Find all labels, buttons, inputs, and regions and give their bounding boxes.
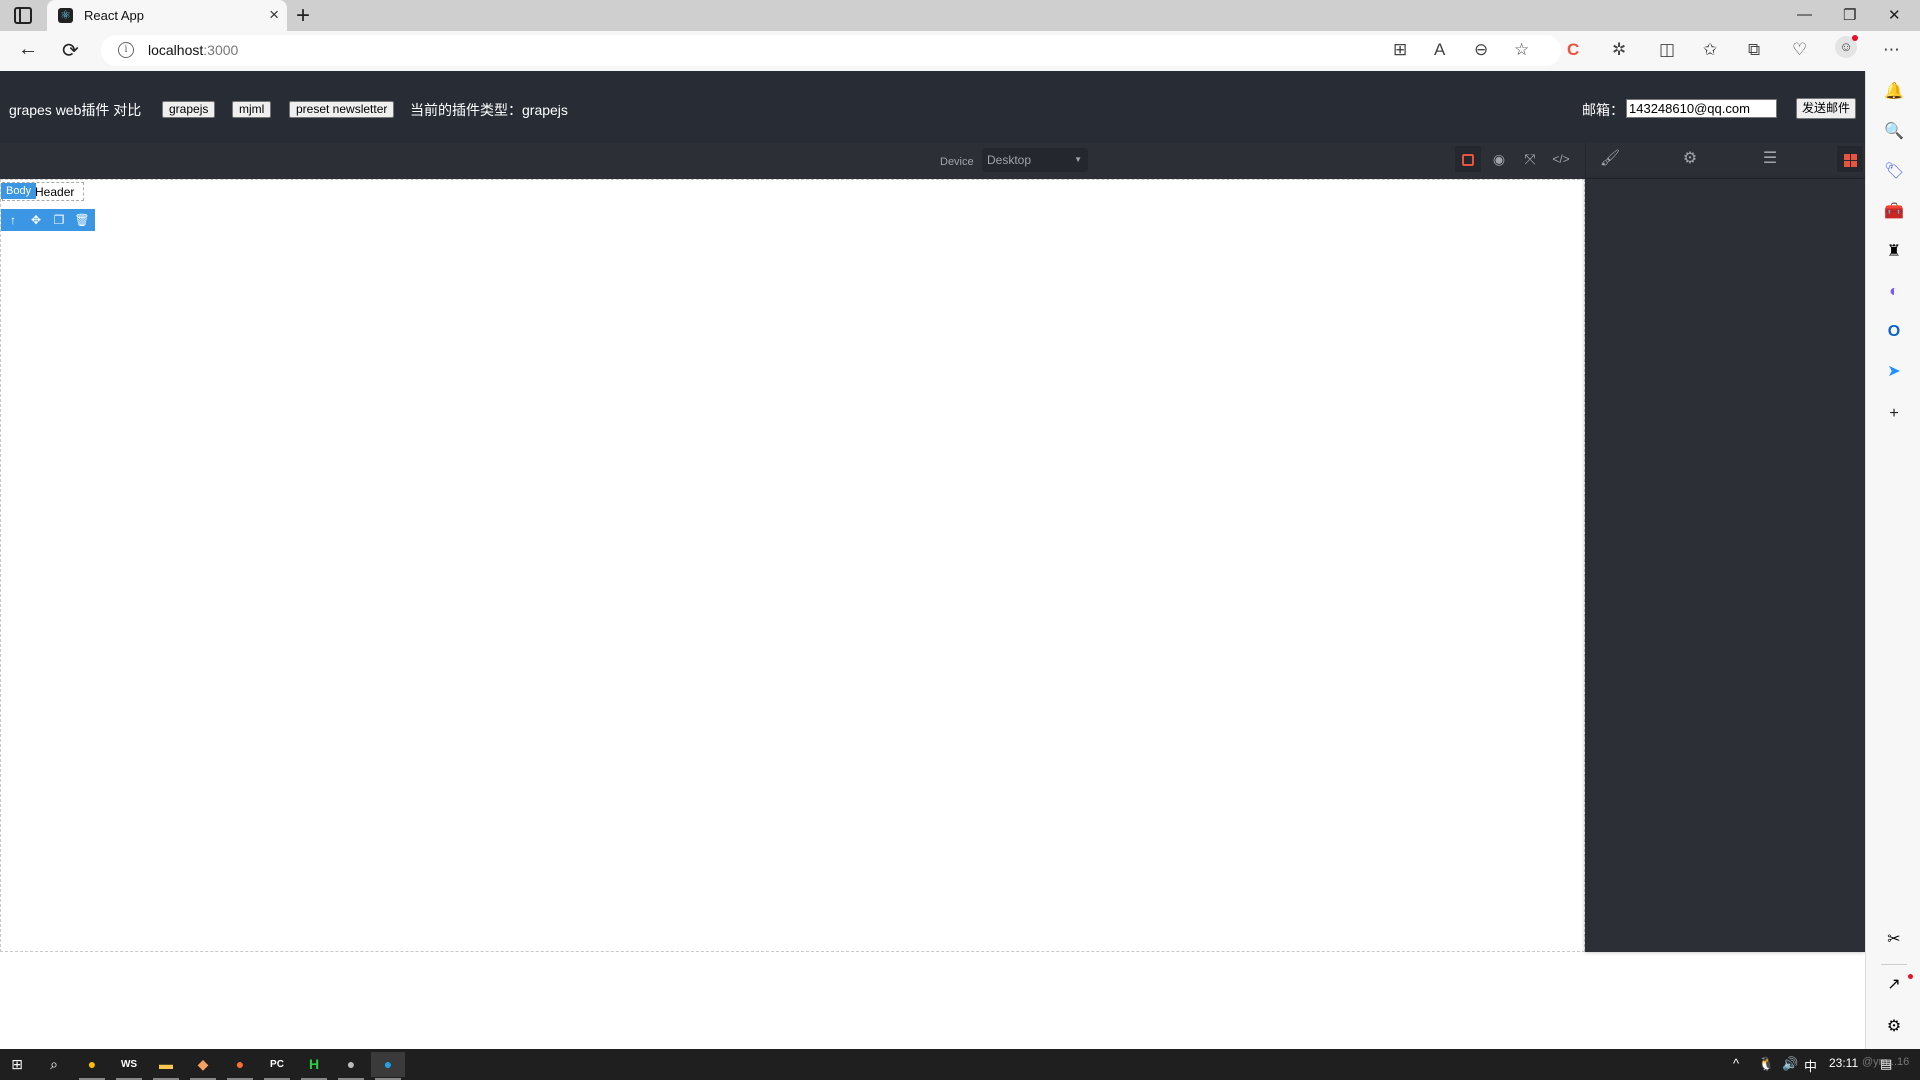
editor-canvas: Header Body ↑ ✥ ❐ 🗑 [0, 179, 1585, 952]
app-header: grapes web插件 对比 grapejs mjml preset news… [0, 71, 1865, 143]
layer-manager-icon[interactable]: ☰ [1757, 146, 1783, 172]
back-button[interactable]: ← [18, 38, 38, 61]
volume-icon[interactable]: 🔊 [1782, 1056, 1798, 1072]
tab-close-icon[interactable]: × [269, 5, 279, 25]
microsoft-365-icon[interactable]: ◐ [1883, 281, 1905, 303]
delete-trash-icon[interactable]: 🗑 [71, 209, 93, 231]
search-icon[interactable]: 🔍 [1883, 121, 1905, 143]
url-field[interactable]: i localhost:3000 [101, 35, 1561, 66]
tab-title: React App [84, 8, 144, 23]
action-center-icon[interactable]: ▤ [1880, 1056, 1892, 1072]
refresh-button[interactable]: ⟳ [62, 38, 79, 63]
right-panel [1585, 179, 1865, 952]
profile-notification-dot [1852, 35, 1858, 41]
sw-visibility-icon[interactable] [1455, 146, 1481, 172]
select-parent-arrow-icon[interactable]: ↑ [2, 209, 24, 231]
add-icon[interactable]: + [1883, 403, 1905, 425]
devices-panel: Device Desktop ▼ ◉ ⤧ </> [0, 143, 1585, 179]
split-screen-icon[interactable]: ◫ [1659, 40, 1675, 60]
file-explorer-icon[interactable]: ▬ [149, 1052, 183, 1080]
shopping-tag-icon[interactable]: 🏷 [1883, 161, 1905, 183]
fullscreen-icon[interactable]: ⤧ [1517, 146, 1543, 172]
style-manager-brush-icon[interactable]: 🖌 [1597, 146, 1623, 172]
device-selected: Desktop [987, 153, 1032, 167]
browser-tab-strip: ⚛ React App × + — ❐ ✕ [0, 0, 1920, 31]
edge-sidebar: 🔔 🔍 🏷 🧰 ♜ ◐ O ➤ + ✂ ↗ ⚙ [1865, 71, 1920, 1049]
favorites-icon[interactable]: ✩ [1703, 40, 1717, 60]
new-tab-button[interactable]: + [296, 2, 310, 30]
send-email-button[interactable]: 发送邮件 [1796, 98, 1856, 119]
move-icon[interactable]: ✥ [25, 209, 47, 231]
close-window-button[interactable]: ✕ [1888, 6, 1901, 24]
grapesjs-editor: Device Desktop ▼ ◉ ⤧ </> 🖌 ⚙ ☰ Header Bod… [0, 143, 1865, 952]
app-available-icon[interactable]: ⊞ [1393, 40, 1407, 60]
postman-icon[interactable]: ● [223, 1052, 257, 1080]
sidebar-divider [1881, 964, 1907, 965]
email-field[interactable]: 143248610@qq.com [1626, 99, 1777, 118]
edge-icon[interactable]: ● [371, 1052, 405, 1080]
mjml-button[interactable]: mjml [232, 101, 272, 118]
url-text: localhost:3000 [148, 42, 238, 58]
chrome-icon[interactable]: ● [75, 1052, 109, 1080]
tab-actions-icon[interactable] [14, 7, 32, 24]
taskbar: ⊞ ⌕ ● WS ▬ ◆ ● PC H ● ● ^ 🐧 🔊 中 23:11 @y… [0, 1049, 1920, 1080]
open-external-icon[interactable]: ↗ [1883, 974, 1905, 996]
address-bar-row: ← ⟳ i localhost:3000 ⊞ A ⊖ ☆ C ✲ ◫ ✩ ⧉ ♡… [0, 31, 1920, 71]
read-aloud-icon[interactable]: A [1434, 40, 1445, 60]
settings-gear-icon[interactable]: ⚙ [1677, 146, 1703, 172]
app-round-icon[interactable]: ● [334, 1052, 368, 1080]
views-panel: 🖌 ⚙ ☰ [1585, 143, 1865, 179]
webstorm-icon[interactable]: WS [112, 1052, 146, 1080]
current-type-label: 当前的插件类型： [410, 102, 522, 118]
component-toolbar: ↑ ✥ ❐ 🗑 [1, 209, 95, 231]
current-plugin-type: 当前的插件类型：grapejs [410, 100, 568, 120]
outlook-icon[interactable]: O [1883, 321, 1905, 343]
start-windows-icon[interactable]: ⊞ [0, 1052, 34, 1077]
tools-toolbox-icon[interactable]: 🧰 [1883, 201, 1905, 223]
notification-dot [1908, 974, 1913, 979]
tray-chevron-icon[interactable]: ^ [1733, 1056, 1739, 1071]
browser-essentials-icon[interactable]: ♡ [1792, 40, 1807, 60]
url-host: localhost [148, 42, 204, 58]
drop-send-icon[interactable]: ➤ [1883, 361, 1905, 383]
grapejs-button[interactable]: grapejs [162, 101, 216, 118]
collections-icon[interactable]: ⧉ [1748, 40, 1760, 60]
games-chess-icon[interactable]: ♜ [1883, 241, 1905, 263]
preview-eye-icon[interactable]: ◉ [1486, 146, 1512, 172]
page: grapes web插件 对比 grapejs mjml preset news… [0, 71, 1865, 1049]
device-label: Device [940, 156, 974, 168]
browser-tab[interactable]: ⚛ React App × [47, 0, 287, 31]
minimize-button[interactable]: — [1797, 6, 1812, 23]
zoom-out-icon[interactable]: ⊖ [1474, 40, 1488, 60]
blocks-grid-icon[interactable] [1837, 146, 1863, 172]
taskbar-search-icon[interactable]: ⌕ [37, 1052, 71, 1077]
ime-indicator[interactable]: 中 [1804, 1056, 1817, 1075]
notifications-bell-icon[interactable]: 🔔 [1883, 81, 1905, 103]
device-select[interactable]: Desktop ▼ [982, 148, 1088, 172]
current-type-value: grapejs [522, 102, 568, 118]
extensions-icon[interactable]: ✲ [1612, 40, 1626, 60]
extension-c-icon[interactable]: C [1567, 40, 1579, 60]
pycharm-icon[interactable]: PC [260, 1052, 294, 1080]
sidebar-settings-icon[interactable]: ⚙ [1883, 1016, 1905, 1038]
site-info-icon[interactable]: i [118, 42, 134, 58]
clock[interactable]: 23:11 [1829, 1056, 1858, 1070]
react-favicon-icon: ⚛ [58, 8, 73, 23]
export-code-icon[interactable]: </> [1548, 146, 1574, 172]
selected-badge: Body [1, 183, 37, 199]
more-icon[interactable]: ⋯ [1883, 40, 1900, 60]
preset-newsletter-button[interactable]: preset newsletter [289, 101, 395, 118]
clone-icon[interactable]: ❐ [48, 209, 70, 231]
qq-icon[interactable]: 🐧 [1758, 1056, 1774, 1072]
caret-down-icon: ▼ [1074, 155, 1082, 164]
restore-button[interactable]: ❐ [1843, 6, 1856, 24]
screenshot-icon[interactable]: ✂ [1883, 929, 1905, 951]
canvas-frame[interactable]: Header Body ↑ ✥ ❐ 🗑 [0, 179, 1585, 952]
email-label: 邮箱： [1582, 102, 1624, 118]
url-port: :3000 [203, 42, 239, 58]
favorite-icon[interactable]: ☆ [1514, 40, 1529, 60]
app-brand: grapes web插件 对比 [9, 102, 142, 118]
hbuilder-icon[interactable]: H [297, 1052, 331, 1080]
git-icon[interactable]: ◆ [186, 1052, 220, 1080]
